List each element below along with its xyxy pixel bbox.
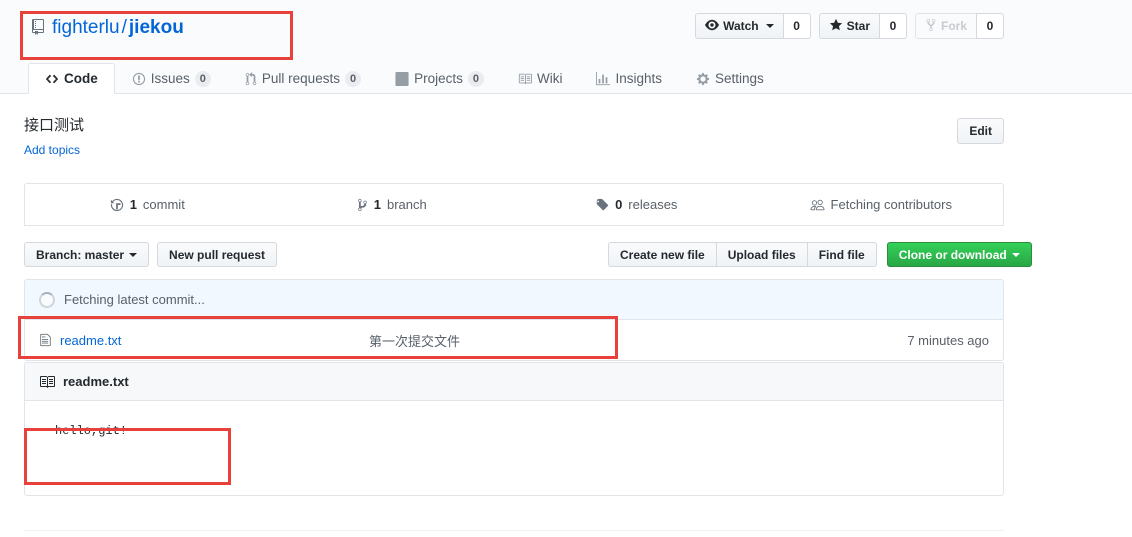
readme-title: readme.txt (63, 374, 129, 389)
branch-select-label: Branch: master (36, 247, 125, 262)
tab-projects[interactable]: Projects 0 (378, 63, 501, 94)
repo-breadcrumb: fighterlu / jiekou (30, 16, 184, 42)
find-file-button[interactable]: Find file (806, 242, 877, 267)
readme-content: hello,git! (55, 424, 128, 438)
tab-pull-requests-count: 0 (344, 70, 362, 87)
repo-nav-tabs: Code Issues 0 Pull requests 0 Projects 0… (28, 63, 781, 94)
watch-label: Watch (723, 19, 759, 33)
latest-commit-placeholder: Fetching latest commit... (25, 280, 1003, 320)
people-icon (810, 198, 825, 212)
repo-toolbar-left: Branch: master New pull request (24, 242, 278, 267)
file-commit-message[interactable]: 第一次提交文件 (369, 331, 907, 350)
repo-summary-bar: 1 commit 1 branch 0 releases Fetching co… (24, 183, 1004, 226)
repo-description: 接口测试 (24, 117, 85, 134)
project-board-icon (395, 71, 409, 86)
summary-commits-label: commit (142, 197, 185, 212)
readme-preview-box: readme.txt hello,git! (24, 362, 1004, 496)
file-name-link[interactable]: readme.txt (60, 333, 121, 348)
code-icon (45, 72, 59, 86)
summary-branches[interactable]: 1 branch (270, 197, 515, 212)
history-icon (110, 198, 124, 212)
fork-count[interactable]: 0 (976, 13, 1004, 39)
readme-body: hello,git! (25, 401, 1003, 461)
repo-owner-link[interactable]: fighterlu (52, 17, 120, 38)
star-button[interactable]: Star (818, 13, 879, 39)
summary-commits[interactable]: 1 commit (25, 197, 270, 212)
book-icon (518, 72, 532, 86)
watch-count[interactable]: 0 (782, 13, 811, 39)
book-icon (39, 374, 55, 390)
git-branch-icon (357, 198, 368, 212)
repo-name-link[interactable]: jiekou (129, 17, 184, 38)
tag-icon (595, 198, 609, 212)
issue-opened-icon (132, 72, 146, 86)
chevron-down-icon (129, 252, 138, 257)
clone-or-download-button[interactable]: Clone or download (886, 242, 1032, 267)
tab-code-label: Code (64, 71, 98, 86)
eye-icon (705, 18, 720, 35)
tab-insights-label: Insights (615, 71, 663, 86)
bottom-divider (24, 530, 1004, 531)
tab-settings[interactable]: Settings (679, 63, 781, 94)
repo-actions: Watch 0 Star 0 Fork 0 (695, 13, 1004, 39)
summary-commits-count: 1 (129, 197, 137, 212)
repo-toolbar-right: Create new file Upload files Find file C… (608, 242, 1032, 267)
star-count[interactable]: 0 (878, 13, 907, 39)
branch-select-button[interactable]: Branch: master (24, 242, 150, 267)
add-topics-link[interactable]: Add topics (24, 143, 80, 157)
git-pull-request-icon (245, 71, 257, 86)
star-icon (829, 18, 843, 35)
clone-or-download-label: Clone or download (898, 247, 1007, 262)
tab-code[interactable]: Code (28, 63, 115, 94)
watch-button[interactable]: Watch (695, 13, 783, 39)
graph-icon (596, 71, 611, 86)
create-new-file-button[interactable]: Create new file (608, 242, 716, 267)
tab-insights[interactable]: Insights (579, 63, 679, 94)
summary-releases[interactable]: 0 releases (514, 197, 759, 212)
upload-files-button[interactable]: Upload files (715, 242, 807, 267)
summary-branches-count: 1 (373, 197, 381, 212)
file-text-icon (39, 333, 52, 347)
tab-pull-requests-label: Pull requests (261, 71, 340, 86)
fetching-latest-commit-label: Fetching latest commit... (64, 292, 205, 307)
new-pull-request-button[interactable]: New pull request (157, 242, 278, 267)
summary-contributors[interactable]: Fetching contributors (759, 197, 1004, 212)
tab-wiki[interactable]: Wiki (501, 63, 580, 94)
tab-issues-label: Issues (150, 71, 190, 86)
file-commit-age: 7 minutes ago (907, 332, 989, 348)
fork-icon (925, 18, 937, 35)
file-name-cell: readme.txt (39, 333, 369, 348)
repo-separator: / (121, 17, 127, 38)
fork-button-group: Fork 0 (914, 13, 1004, 39)
tab-wiki-label: Wiki (536, 71, 563, 86)
gear-icon (696, 72, 710, 86)
chevron-down-icon (1011, 252, 1020, 257)
repo-icon (30, 18, 46, 42)
table-row[interactable]: readme.txt 第一次提交文件 7 minutes ago (25, 320, 1003, 360)
github-repository-page: fighterlu / jiekou Watch 0 Star 0 Fork 0… (0, 0, 1132, 537)
fork-label: Fork (940, 19, 967, 33)
readme-header: readme.txt (25, 363, 1003, 401)
watch-button-group: Watch 0 (695, 13, 811, 39)
edit-button[interactable]: Edit (957, 118, 1004, 144)
file-list-table: Fetching latest commit... readme.txt 第一次… (24, 279, 1004, 361)
tab-projects-count: 0 (467, 70, 484, 87)
repo-description-block: 接口测试 Add topics (24, 116, 84, 157)
loading-spinner-icon (39, 291, 55, 308)
summary-releases-label: releases (628, 197, 678, 212)
tab-pull-requests[interactable]: Pull requests 0 (228, 63, 378, 94)
star-button-group: Star 0 (818, 13, 907, 39)
star-label: Star (846, 19, 870, 33)
tab-issues-count: 0 (194, 70, 211, 87)
summary-contributors-label: Fetching contributors (830, 197, 952, 212)
fork-button[interactable]: Fork (914, 13, 976, 39)
tab-settings-label: Settings (715, 71, 764, 86)
summary-releases-count: 0 (615, 197, 623, 212)
summary-branches-label: branch (386, 197, 427, 212)
tab-projects-label: Projects (414, 71, 463, 86)
chevron-down-icon (765, 24, 774, 28)
tab-issues[interactable]: Issues 0 (115, 63, 228, 94)
